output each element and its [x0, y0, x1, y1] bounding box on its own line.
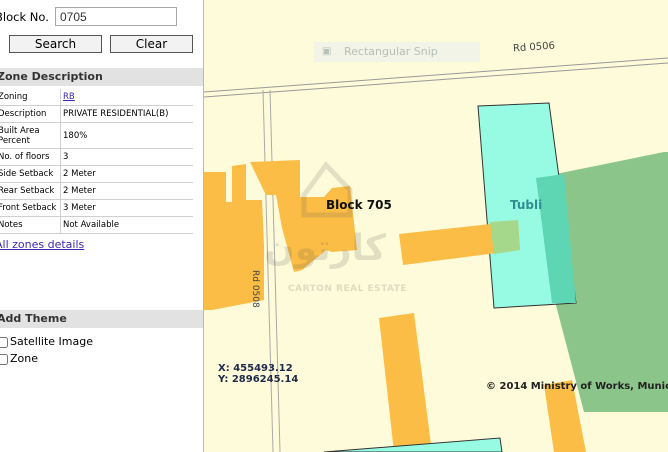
watermark-arabic: كارتون: [264, 228, 386, 269]
satellite-option[interactable]: Satellite Image: [0, 335, 93, 348]
zone-row-key: Front Setback: [0, 199, 61, 217]
add-theme-header: Add Theme: [0, 310, 203, 328]
zone-row: Zoning RB: [0, 89, 193, 106]
block-label: Block 705: [326, 198, 392, 212]
zone-row-key: No. of floors: [0, 148, 61, 166]
zoning-link[interactable]: RB: [63, 92, 75, 102]
zone-option[interactable]: Zone: [0, 352, 38, 365]
zone-row-value[interactable]: RB: [60, 89, 193, 106]
zone-label: Zone: [10, 352, 39, 365]
zone-row-value: 2 Meter: [60, 182, 193, 200]
watermark-english: CARTON REAL ESTATE: [288, 284, 408, 294]
zone-row-key: Description: [0, 105, 61, 123]
satellite-checkbox[interactable]: [0, 336, 8, 348]
zone-row-key: Zoning: [0, 89, 61, 106]
block-no-input[interactable]: [55, 7, 177, 26]
building-overlap: [490, 220, 520, 254]
zone-description-header: Zone Description: [0, 68, 203, 86]
zone-row-value: Not Available: [60, 216, 193, 234]
tubli-label: Tubli: [510, 198, 543, 212]
zone-row: Built Area Percent 180%: [0, 122, 193, 149]
road-0506-edge-2: [204, 62, 668, 98]
zone-row: No. of floors 3: [0, 148, 193, 166]
block-no-label: Block No.: [0, 10, 49, 24]
all-zones-link[interactable]: All zones details: [0, 238, 84, 251]
zone-checkbox[interactable]: [0, 353, 8, 365]
copyright-text: © 2014 Ministry of Works, Municipalities: [486, 381, 668, 392]
coord-x: X: 455493.12: [218, 363, 293, 374]
zone-row-value: 2 Meter: [60, 165, 193, 183]
zone-row-value: 3: [60, 148, 193, 166]
zone-row-key: Notes: [0, 216, 61, 234]
building-south: [379, 313, 432, 452]
zone-table: Zoning RB Description PRIVATE RESIDENTIAL(B…: [0, 89, 193, 234]
zone-row-key: Built Area Percent: [0, 122, 61, 149]
coord-y: Y: 2896245.14: [218, 374, 299, 385]
zone-row: Rear Setback 2 Meter: [0, 182, 193, 200]
search-button[interactable]: Search: [9, 35, 102, 53]
zone-row-key: Rear Setback: [0, 182, 61, 200]
map-canvas[interactable]: ▣ Rectangular Snip Rd 0506 Rd 0508 Block…: [204, 0, 668, 452]
snip-icon: ▣: [322, 46, 332, 57]
zone-row-value: 180%: [60, 122, 193, 149]
zone-row-value: PRIVATE RESIDENTIAL(B): [60, 105, 193, 123]
side-panel: Block No. Search Clear Zone Description …: [0, 0, 204, 452]
road-0508-label: Rd 0508: [250, 270, 260, 308]
clear-button[interactable]: Clear: [110, 35, 193, 53]
zone-row-key: Side Setback: [0, 165, 61, 183]
snip-tooltip: Rectangular Snip: [344, 45, 438, 58]
zone-row: Description PRIVATE RESIDENTIAL(B): [0, 105, 193, 123]
road-0506-edge: [204, 57, 668, 93]
satellite-label: Satellite Image: [10, 335, 93, 348]
zone-row: Side Setback 2 Meter: [0, 165, 193, 183]
zone-row: Front Setback 3 Meter: [0, 199, 193, 217]
zone-row-value: 3 Meter: [60, 199, 193, 217]
zone-row: Notes Not Available: [0, 216, 193, 234]
